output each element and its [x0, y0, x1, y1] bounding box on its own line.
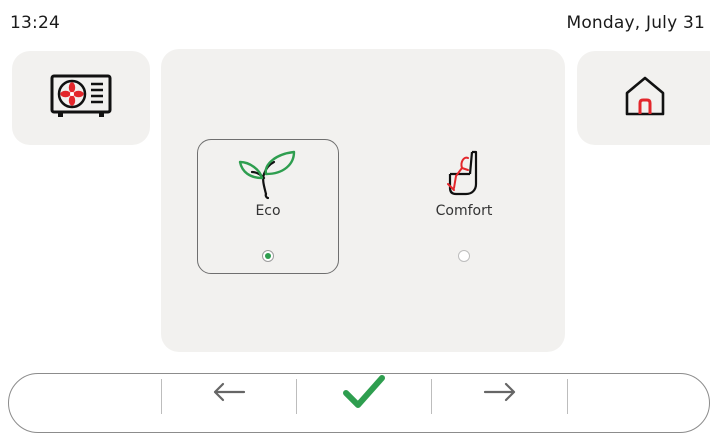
status-date: Monday, July 31: [566, 13, 705, 33]
bar-divider: [567, 379, 568, 414]
status-time: 13:24: [10, 13, 60, 33]
checkmark-icon: [343, 375, 385, 413]
mode-option-comfort[interactable]: Comfort: [393, 139, 535, 274]
forward-button[interactable]: [432, 374, 567, 414]
mode-label-eco: Eco: [255, 203, 281, 219]
outdoor-unit-fan-icon: [50, 74, 112, 122]
mode-option-eco[interactable]: Eco: [197, 139, 339, 274]
mode-radio-eco[interactable]: [262, 250, 274, 262]
mode-selection-panel: Eco Comfort: [161, 49, 565, 352]
bottom-navigation-bar: [8, 373, 710, 433]
home-icon: [623, 75, 667, 121]
home-tile[interactable]: [577, 51, 710, 145]
arrow-left-icon: [212, 382, 246, 406]
arrow-right-icon: [483, 382, 517, 406]
confirm-button[interactable]: [297, 374, 431, 414]
mode-label-comfort: Comfort: [435, 203, 493, 219]
armchair-icon: [442, 148, 486, 204]
leaf-icon: [236, 148, 300, 204]
back-button[interactable]: [162, 374, 296, 414]
outdoor-unit-tile[interactable]: [12, 51, 150, 145]
mode-radio-comfort[interactable]: [458, 250, 470, 262]
